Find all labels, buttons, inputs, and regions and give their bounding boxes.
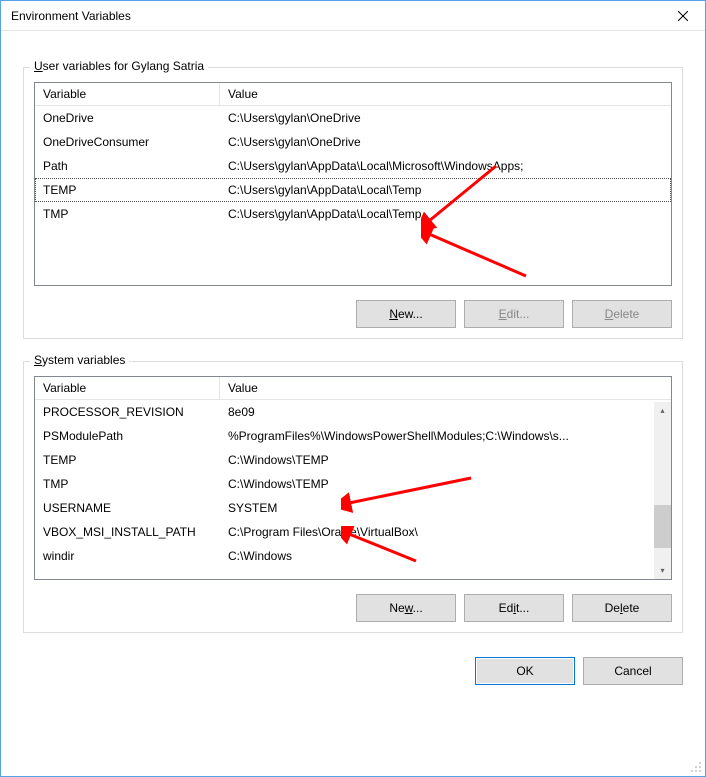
cell-variable: OneDrive bbox=[35, 111, 220, 125]
resize-grip[interactable] bbox=[688, 759, 702, 773]
table-row[interactable]: PSModulePath%ProgramFiles%\WindowsPowerS… bbox=[35, 424, 654, 448]
resize-grip-icon bbox=[688, 759, 702, 773]
column-value[interactable]: Value bbox=[220, 377, 671, 399]
cell-value: C:\Windows bbox=[220, 549, 654, 563]
table-row[interactable]: PROCESSOR_REVISION8e09 bbox=[35, 400, 654, 424]
user-variables-label: User variables for Gylang Satria bbox=[30, 59, 208, 73]
scroll-track[interactable] bbox=[654, 419, 671, 562]
cell-value: C:\Users\gylan\AppData\Local\Microsoft\W… bbox=[220, 159, 671, 173]
titlebar: Environment Variables bbox=[1, 1, 705, 31]
scroll-down-button[interactable]: ▾ bbox=[654, 562, 671, 579]
user-edit-button[interactable]: Edit... bbox=[464, 300, 564, 328]
table-row[interactable]: TMPC:\Users\gylan\AppData\Local\Temp bbox=[35, 202, 671, 226]
system-variables-list[interactable]: Variable Value PROCESSOR_REVISION8e09PSM… bbox=[34, 376, 672, 580]
cell-variable: VBOX_MSI_INSTALL_PATH bbox=[35, 525, 220, 539]
cell-value: C:\Program Files\Oracle\VirtualBox\ bbox=[220, 525, 654, 539]
cell-value: C:\Windows\TEMP bbox=[220, 453, 654, 467]
system-edit-button[interactable]: Edit... bbox=[464, 594, 564, 622]
list-header: Variable Value bbox=[35, 83, 671, 106]
dialog-body: User variables for Gylang Satria Variabl… bbox=[1, 31, 705, 776]
table-row[interactable]: TEMPC:\Users\gylan\AppData\Local\Temp bbox=[35, 178, 671, 202]
system-new-button[interactable]: New... bbox=[356, 594, 456, 622]
cell-value: C:\Users\gylan\OneDrive bbox=[220, 111, 671, 125]
column-variable[interactable]: Variable bbox=[35, 377, 220, 399]
scroll-up-button[interactable]: ▴ bbox=[654, 402, 671, 419]
table-row[interactable]: VBOX_MSI_INSTALL_PATHC:\Program Files\Or… bbox=[35, 520, 654, 544]
user-buttons: New... Edit... Delete bbox=[34, 300, 672, 328]
cell-value: %ProgramFiles%\WindowsPowerShell\Modules… bbox=[220, 429, 654, 443]
cell-value: 8e09 bbox=[220, 405, 654, 419]
table-row[interactable]: TEMPC:\Windows\TEMP bbox=[35, 448, 654, 472]
cell-variable: USERNAME bbox=[35, 501, 220, 515]
cell-value: C:\Windows\TEMP bbox=[220, 477, 654, 491]
ok-button[interactable]: OK bbox=[475, 657, 575, 685]
dialog-footer: OK Cancel bbox=[23, 633, 683, 685]
table-row[interactable]: OneDriveConsumerC:\Users\gylan\OneDrive bbox=[35, 130, 671, 154]
system-delete-button[interactable]: Delete bbox=[572, 594, 672, 622]
table-row[interactable]: TMPC:\Windows\TEMP bbox=[35, 472, 654, 496]
scroll-thumb[interactable] bbox=[654, 505, 671, 548]
user-variables-list[interactable]: Variable Value OneDriveC:\Users\gylan\On… bbox=[34, 82, 672, 286]
cancel-button[interactable]: Cancel bbox=[583, 657, 683, 685]
user-delete-button[interactable]: Delete bbox=[572, 300, 672, 328]
user-variables-group: User variables for Gylang Satria Variabl… bbox=[23, 67, 683, 339]
cell-value: C:\Users\gylan\OneDrive bbox=[220, 135, 671, 149]
system-variables-group: System variables Variable Value PROCESSO… bbox=[23, 361, 683, 633]
cell-value: C:\Users\gylan\AppData\Local\Temp bbox=[220, 207, 671, 221]
cell-variable: Path bbox=[35, 159, 220, 173]
cell-variable: TMP bbox=[35, 477, 220, 491]
list-header: Variable Value bbox=[35, 377, 671, 400]
cell-variable: OneDriveConsumer bbox=[35, 135, 220, 149]
cell-value: SYSTEM bbox=[220, 501, 654, 515]
cell-variable: TEMP bbox=[35, 453, 220, 467]
column-value[interactable]: Value bbox=[220, 83, 671, 105]
cell-value: C:\Users\gylan\AppData\Local\Temp bbox=[220, 183, 671, 197]
table-row[interactable]: windirC:\Windows bbox=[35, 544, 654, 568]
close-button[interactable] bbox=[660, 1, 705, 31]
cell-variable: PSModulePath bbox=[35, 429, 220, 443]
scrollbar[interactable]: ▴ ▾ bbox=[654, 402, 671, 579]
window-title: Environment Variables bbox=[11, 9, 131, 23]
system-buttons: New... Edit... Delete bbox=[34, 594, 672, 622]
column-variable[interactable]: Variable bbox=[35, 83, 220, 105]
cell-variable: TMP bbox=[35, 207, 220, 221]
user-new-button[interactable]: New... bbox=[356, 300, 456, 328]
close-icon bbox=[678, 11, 688, 21]
cell-variable: TEMP bbox=[35, 183, 220, 197]
table-row[interactable]: PathC:\Users\gylan\AppData\Local\Microso… bbox=[35, 154, 671, 178]
system-variables-label: System variables bbox=[30, 353, 129, 367]
table-row[interactable]: USERNAMESYSTEM bbox=[35, 496, 654, 520]
cell-variable: windir bbox=[35, 549, 220, 563]
table-row[interactable]: OneDriveC:\Users\gylan\OneDrive bbox=[35, 106, 671, 130]
cell-variable: PROCESSOR_REVISION bbox=[35, 405, 220, 419]
